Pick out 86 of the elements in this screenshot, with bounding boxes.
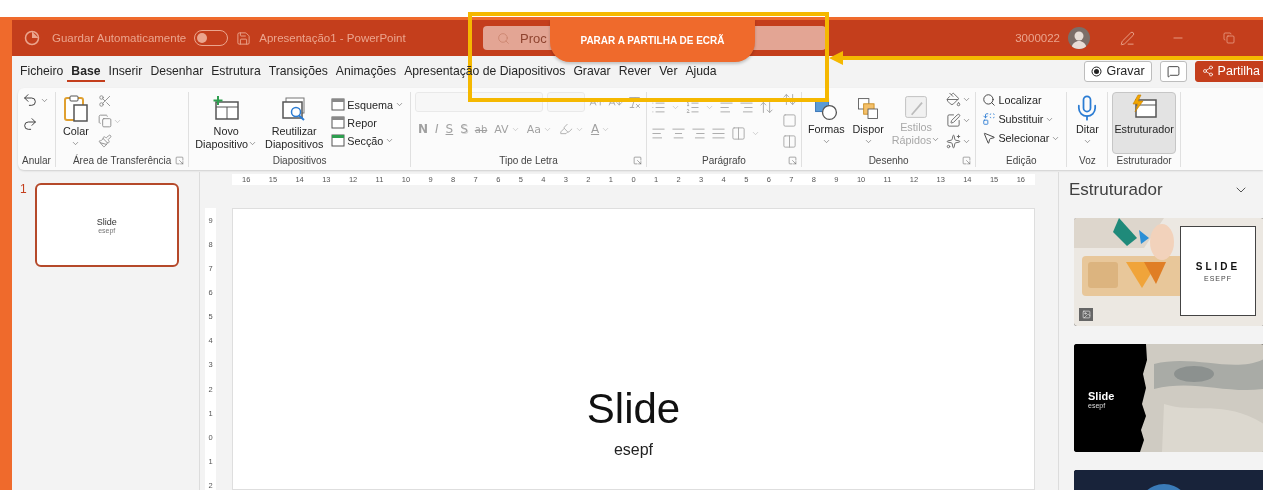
- group-label: Estruturador: [1116, 155, 1172, 166]
- slide-number: 1: [20, 182, 27, 198]
- caret-icon: [1082, 137, 1092, 146]
- comments-button[interactable]: [1159, 60, 1187, 82]
- slide-option-button[interactable]: Esquema: [329, 97, 406, 112]
- powerpoint-logo-icon: [24, 30, 40, 46]
- format-painter-icon[interactable]: [97, 134, 112, 148]
- dictate-button[interactable]: Ditar: [1071, 92, 1104, 148]
- group-label: Desenho: [868, 155, 909, 166]
- group-label: Edição: [1006, 155, 1037, 166]
- caret-icon: [750, 129, 760, 138]
- search-icon: [497, 31, 510, 45]
- document-title: Apresentação1 - PowerPoint: [259, 32, 406, 44]
- caret-icon: [962, 116, 972, 125]
- slide-option-button[interactable]: Secção: [329, 133, 397, 148]
- caret-icon: [71, 139, 81, 148]
- group-label: Anular: [22, 155, 51, 166]
- menu-tab[interactable]: Ficheiro: [16, 60, 68, 82]
- shape-fill-icon[interactable]: [946, 92, 962, 107]
- editing-button[interactable]: Substituir: [980, 111, 1057, 127]
- shape-outline-icon[interactable]: [946, 113, 962, 128]
- menu-tab[interactable]: Rever: [614, 60, 656, 82]
- menu-tab[interactable]: Animações: [331, 60, 401, 82]
- drawing-button[interactable]: Formas: [805, 93, 847, 148]
- record-icon: [1091, 65, 1103, 77]
- menu-tab[interactable]: Transições: [264, 60, 332, 82]
- layout-icon: [331, 98, 346, 111]
- share-icon: [1201, 65, 1214, 77]
- reuse-slides-button[interactable]: Reutilizar Diapositivos: [263, 92, 326, 153]
- menu-tab[interactable]: Inserir: [104, 60, 147, 82]
- cut-icon[interactable]: [97, 94, 112, 108]
- caret-icon: [248, 139, 258, 148]
- new-slide-button[interactable]: Novo Diapositivo: [193, 92, 260, 153]
- replace-icon: [982, 112, 997, 126]
- redo-icon[interactable]: [22, 116, 38, 132]
- undo-icon[interactable]: [22, 92, 38, 108]
- group-label: Parágrafo: [702, 155, 746, 166]
- account-name: 3000022: [1015, 32, 1060, 44]
- caret-icon: [385, 136, 395, 145]
- caret-icon: [670, 103, 680, 112]
- caret-icon: [962, 137, 972, 146]
- group-label: Área de Transferência: [72, 155, 172, 166]
- copy-icon[interactable]: [97, 114, 112, 128]
- group-label: Tipo de Letra: [499, 155, 558, 166]
- caret-icon: [704, 103, 714, 112]
- comment-icon: [1166, 64, 1180, 78]
- menu-tab[interactable]: Ajuda: [681, 60, 721, 82]
- editing-button[interactable]: Selecionar: [980, 130, 1063, 146]
- record-button[interactable]: Gravar: [1084, 60, 1152, 82]
- launcher-icon[interactable]: [175, 156, 185, 165]
- search-icon: [982, 93, 997, 107]
- pointer-icon: [982, 131, 997, 145]
- save-icon[interactable]: [236, 30, 252, 46]
- editing-button[interactable]: Localizar: [980, 92, 1044, 108]
- layout-icon: [331, 134, 346, 147]
- menu-tab[interactable]: Desenhar: [146, 60, 208, 82]
- menu-tab[interactable]: Estrutura: [207, 60, 265, 82]
- group-label: Diapositivos: [272, 155, 327, 166]
- slide-option-button[interactable]: Repor: [329, 115, 379, 130]
- menu-tab[interactable]: Ver: [655, 60, 682, 82]
- quick-styles-icon: [903, 94, 930, 120]
- paste-button[interactable]: Colar: [59, 92, 92, 150]
- pane-title: Estruturador: [1069, 180, 1163, 200]
- caret-icon: [962, 95, 972, 104]
- layout-icon: [331, 116, 346, 129]
- group-label: Voz: [1079, 155, 1096, 166]
- restore-icon[interactable]: [1223, 32, 1235, 44]
- clipboard-icon: [61, 94, 90, 124]
- caret-icon: [394, 100, 404, 109]
- slide-canvas[interactable]: Slide esepf: [232, 208, 1035, 490]
- designer-button[interactable]: Estruturador: [1112, 92, 1176, 154]
- design-title: Slide: [1088, 390, 1115, 402]
- caret-icon: [931, 135, 941, 144]
- thumbnail-title: Slide: [96, 216, 117, 227]
- share-button[interactable]: Partilha: [1194, 60, 1263, 82]
- slide-title[interactable]: Slide: [586, 385, 681, 433]
- launcher-icon[interactable]: [962, 156, 972, 165]
- pen-icon[interactable]: [1120, 30, 1135, 46]
- menu-tab[interactable]: Base: [67, 60, 105, 82]
- autosave-label: Guardar Automaticamente: [52, 32, 187, 44]
- design-title: SLIDE: [1195, 260, 1241, 272]
- slide-subtitle[interactable]: esepf: [613, 441, 654, 459]
- menu-tab[interactable]: Gravar: [569, 60, 615, 82]
- drawing-button[interactable]: Dispor: [850, 93, 886, 148]
- shape-effects-icon[interactable]: [946, 134, 962, 149]
- avatar-icon[interactable]: [1068, 27, 1090, 49]
